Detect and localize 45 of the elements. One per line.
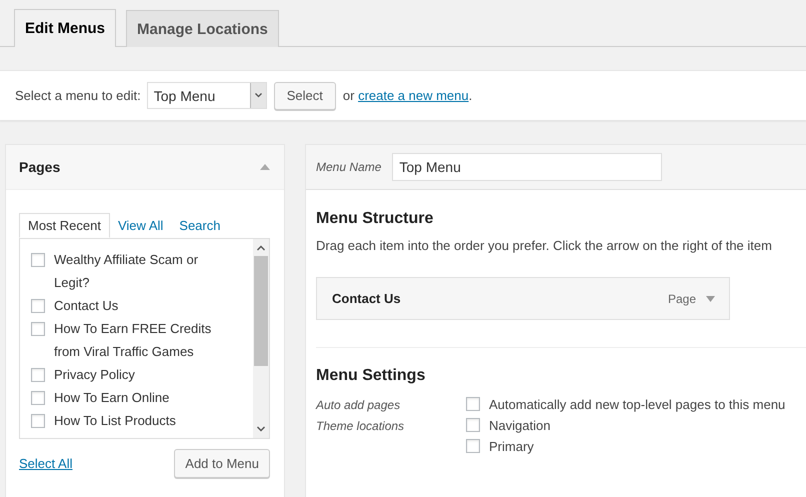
toggle-icon[interactable] — [260, 164, 270, 170]
select-button[interactable]: Select — [274, 82, 336, 110]
pages-tab[interactable]: Most Recent — [19, 213, 110, 238]
page-label: How To Earn FREE Credits from Viral Traffic Games — [54, 320, 212, 361]
checkbox[interactable] — [466, 439, 480, 453]
chevron-down-icon — [254, 93, 262, 98]
menu-item-title: Contact Us — [332, 291, 402, 306]
menu-structure-hint: Drag each item into the order you prefer. Click the arrow on the right of the item — [316, 238, 773, 253]
dropdown-arrow-icon[interactable] — [706, 296, 715, 302]
pages-tab[interactable]: Search — [171, 213, 228, 238]
page-label: How To List Products — [54, 412, 177, 430]
checkbox[interactable] — [31, 368, 45, 382]
setting-label: Auto add pages — [316, 397, 402, 412]
checkbox[interactable] — [31, 414, 45, 428]
page-label: Contact Us — [54, 297, 120, 315]
menu-name-field[interactable]: Top Menu — [392, 153, 662, 181]
option-label: Navigation — [489, 418, 550, 433]
nav-tab[interactable]: Edit Menus — [14, 9, 116, 47]
checkbox[interactable] — [31, 391, 45, 405]
checkbox[interactable] — [466, 397, 480, 411]
menu-settings-heading: Menu Settings — [316, 366, 426, 385]
menu-structure-heading: Menu Structure — [316, 209, 434, 228]
menu-dropdown[interactable]: Top Menu — [146, 82, 267, 109]
checkbox[interactable] — [31, 299, 45, 313]
scrollbar-drawing[interactable] — [253, 239, 269, 438]
option-label: Automatically add new top-level pages to this menu — [489, 397, 786, 412]
select-all-link[interactable]: Select All — [19, 456, 72, 471]
menu-item-type: Page — [668, 292, 696, 306]
select-menu-label: Select a menu to edit: — [15, 88, 141, 103]
add-to-menu-button[interactable]: Add to Menu — [174, 449, 270, 478]
create-menu-text: or create a new menu. — [342, 88, 472, 103]
pages-tab[interactable]: View All — [110, 213, 172, 238]
create-menu-link[interactable]: create a new menu — [358, 88, 469, 103]
menu-name-label: Menu Name — [316, 160, 382, 174]
pages-box-title: Pages — [19, 159, 60, 175]
checkbox[interactable] — [31, 322, 45, 336]
menu-item[interactable]: Contact Us Page — [316, 277, 730, 320]
checkbox[interactable] — [31, 253, 45, 267]
setting-label: Theme locations — [316, 418, 406, 435]
page-label: Wealthy Affiliate Scam or Legit? — [54, 251, 200, 292]
nav-tab[interactable]: Manage Locations — [126, 10, 279, 47]
page-label: How To Earn Online — [54, 389, 170, 407]
option-label: Primary — [489, 439, 534, 454]
page-label: Privacy Policy — [54, 366, 136, 384]
checkbox[interactable] — [466, 418, 480, 432]
